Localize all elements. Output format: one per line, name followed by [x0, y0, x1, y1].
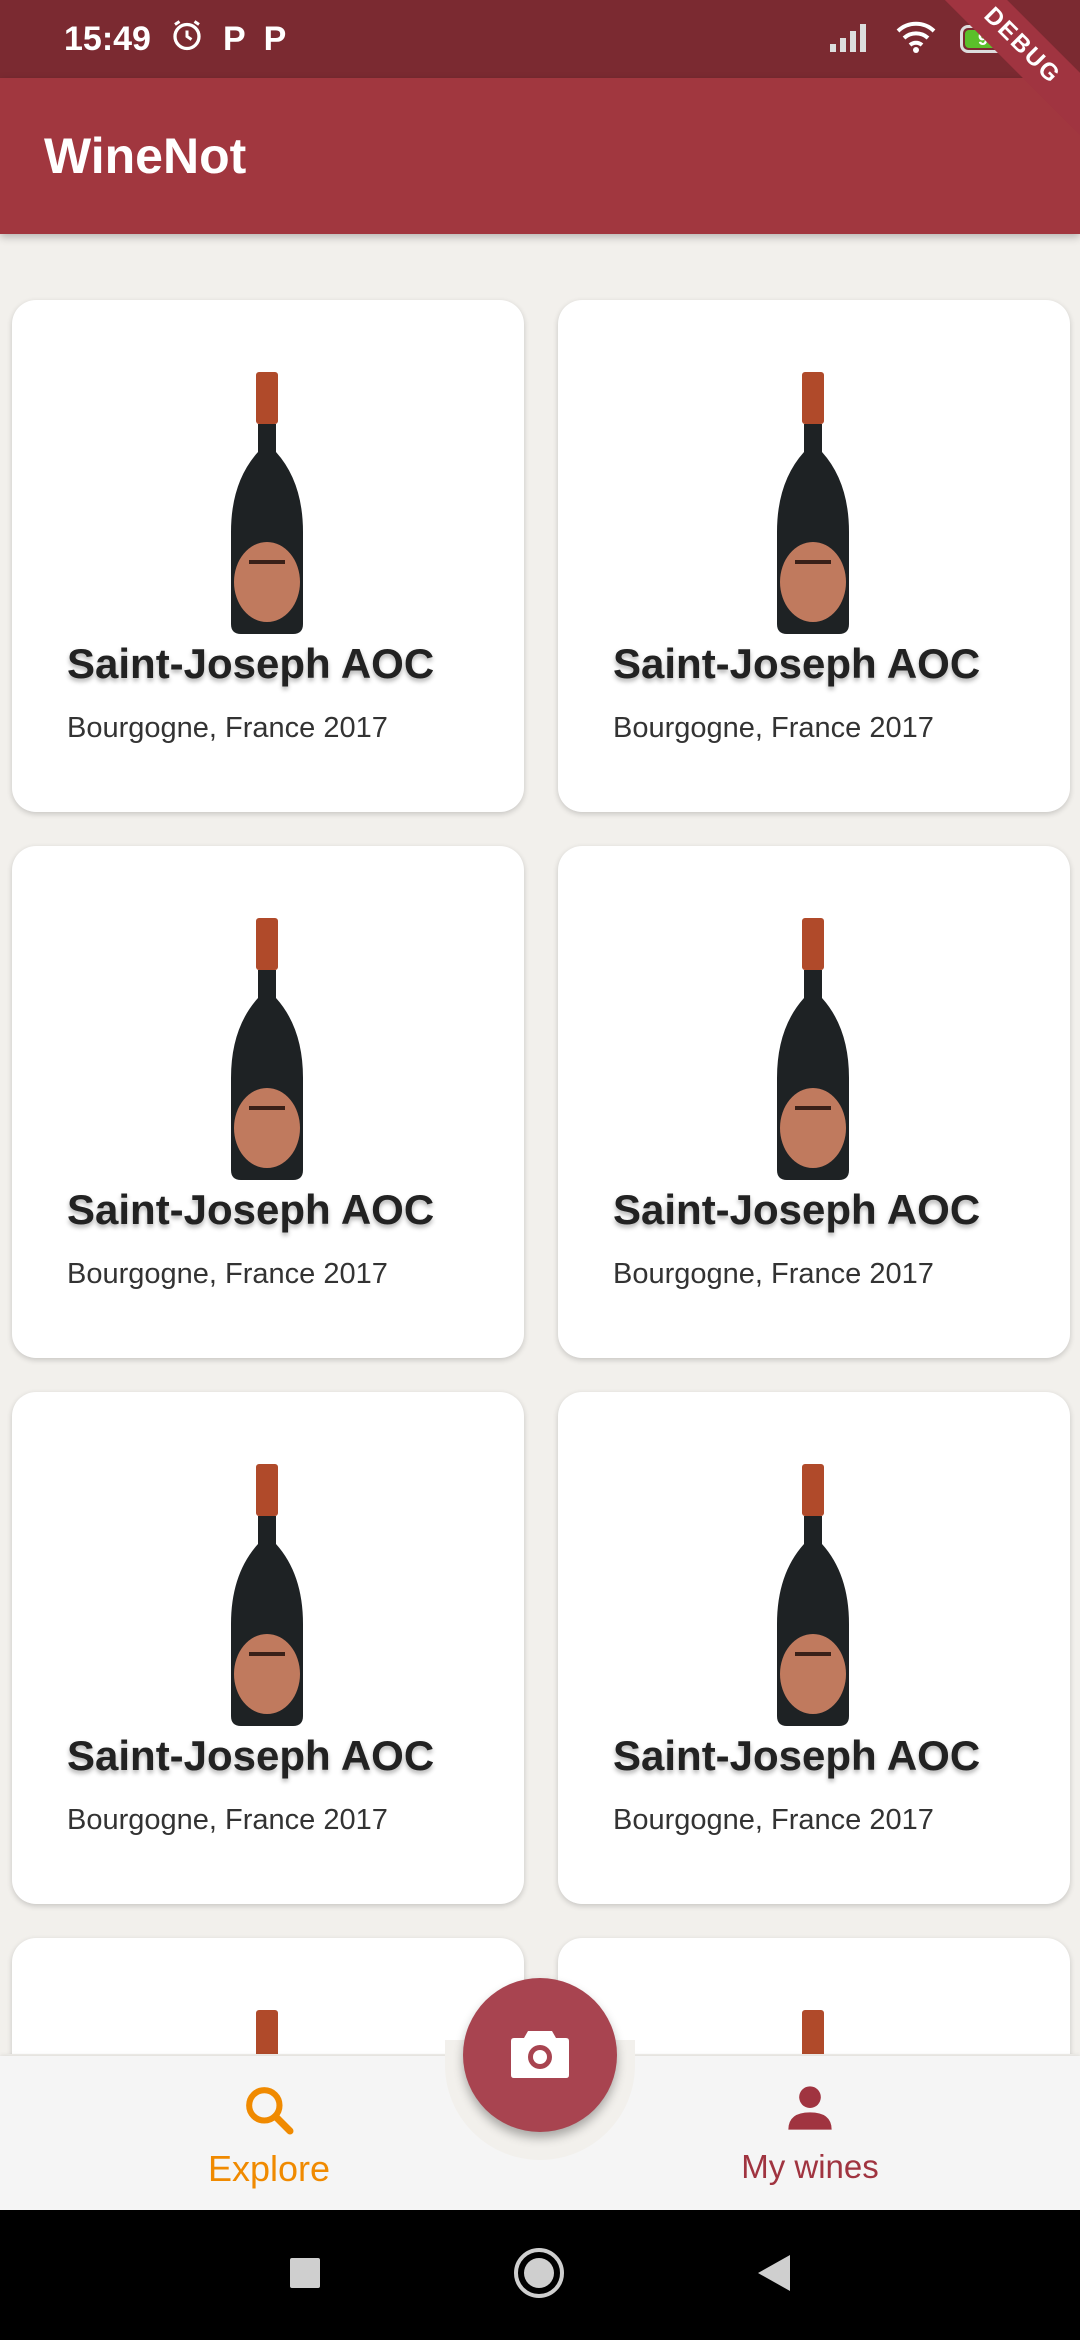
recent-apps-button[interactable] [288, 2256, 322, 2294]
parking-notification-icon: P [222, 19, 246, 58]
wine-card-partial[interactable] [12, 1938, 524, 2054]
alarm-icon [169, 17, 205, 62]
wine-card[interactable]: Saint-Joseph AOC Bourgogne, France 2017 [558, 1392, 1070, 1904]
wine-bottle-icon [227, 1464, 307, 1730]
home-button[interactable] [512, 2246, 566, 2304]
wine-origin: Bourgogne, France 2017 [613, 712, 934, 744]
wine-bottle-icon [227, 918, 307, 1184]
wine-origin: Bourgogne, France 2017 [613, 1258, 934, 1290]
wine-name: Saint-Joseph AOC [67, 1732, 435, 1779]
wine-name: Saint-Joseph AOC [613, 640, 981, 687]
camera-icon [510, 2027, 570, 2083]
wine-bottle-icon [773, 372, 853, 638]
clock-time: 15:49 [64, 19, 151, 58]
wine-bottle-icon [773, 918, 853, 1184]
wine-card[interactable]: Saint-Joseph AOC Bourgogne, France 2017 [12, 1392, 524, 1904]
wine-card[interactable]: Saint-Joseph AOC Bourgogne, France 2017 [558, 300, 1070, 812]
wine-bottle-icon [773, 1464, 853, 1730]
status-bar: 15:49 P P 90 [0, 0, 1080, 78]
nav-explore[interactable]: Explore [119, 2082, 419, 2190]
wine-name: Saint-Joseph AOC [67, 1186, 435, 1233]
wifi-icon [896, 21, 936, 58]
signal-icon [828, 22, 872, 57]
nav-my-wines-label: My wines [741, 2148, 879, 2185]
wine-name: Saint-Joseph AOC [613, 1732, 981, 1779]
wine-bottle-icon [773, 2010, 853, 2054]
parking-notification-icon-2: P [263, 19, 287, 58]
nav-my-wines[interactable]: My wines [660, 2082, 960, 2186]
wine-card-partial[interactable] [558, 1938, 1070, 2054]
wine-bottle-icon [227, 2010, 307, 2054]
app-title: WineNot [44, 128, 247, 184]
wine-origin: Bourgogne, France 2017 [67, 1804, 388, 1836]
wine-card[interactable]: Saint-Joseph AOC Bourgogne, France 2017 [558, 846, 1070, 1358]
app-bar: WineNot [0, 78, 1080, 234]
back-button[interactable] [756, 2253, 792, 2297]
wine-bottle-icon [227, 372, 307, 638]
system-navigation-bar [0, 2210, 1080, 2340]
wine-name: Saint-Joseph AOC [613, 1186, 981, 1233]
wine-name: Saint-Joseph AOC [67, 640, 435, 687]
nav-explore-label: Explore [207, 2148, 331, 2189]
wine-card[interactable]: Saint-Joseph AOC Bourgogne, France 2017 [12, 300, 524, 812]
wine-origin: Bourgogne, France 2017 [67, 712, 388, 744]
wine-origin: Bourgogne, France 2017 [613, 1804, 934, 1836]
camera-button[interactable] [463, 1978, 617, 2132]
search-icon [241, 2082, 297, 2142]
wine-grid: Saint-Joseph AOC Bourgogne, France 2017 … [0, 234, 1080, 2054]
wine-card[interactable]: Saint-Joseph AOC Bourgogne, France 2017 [12, 846, 524, 1358]
person-icon [784, 2082, 836, 2138]
wine-origin: Bourgogne, France 2017 [67, 1258, 388, 1290]
